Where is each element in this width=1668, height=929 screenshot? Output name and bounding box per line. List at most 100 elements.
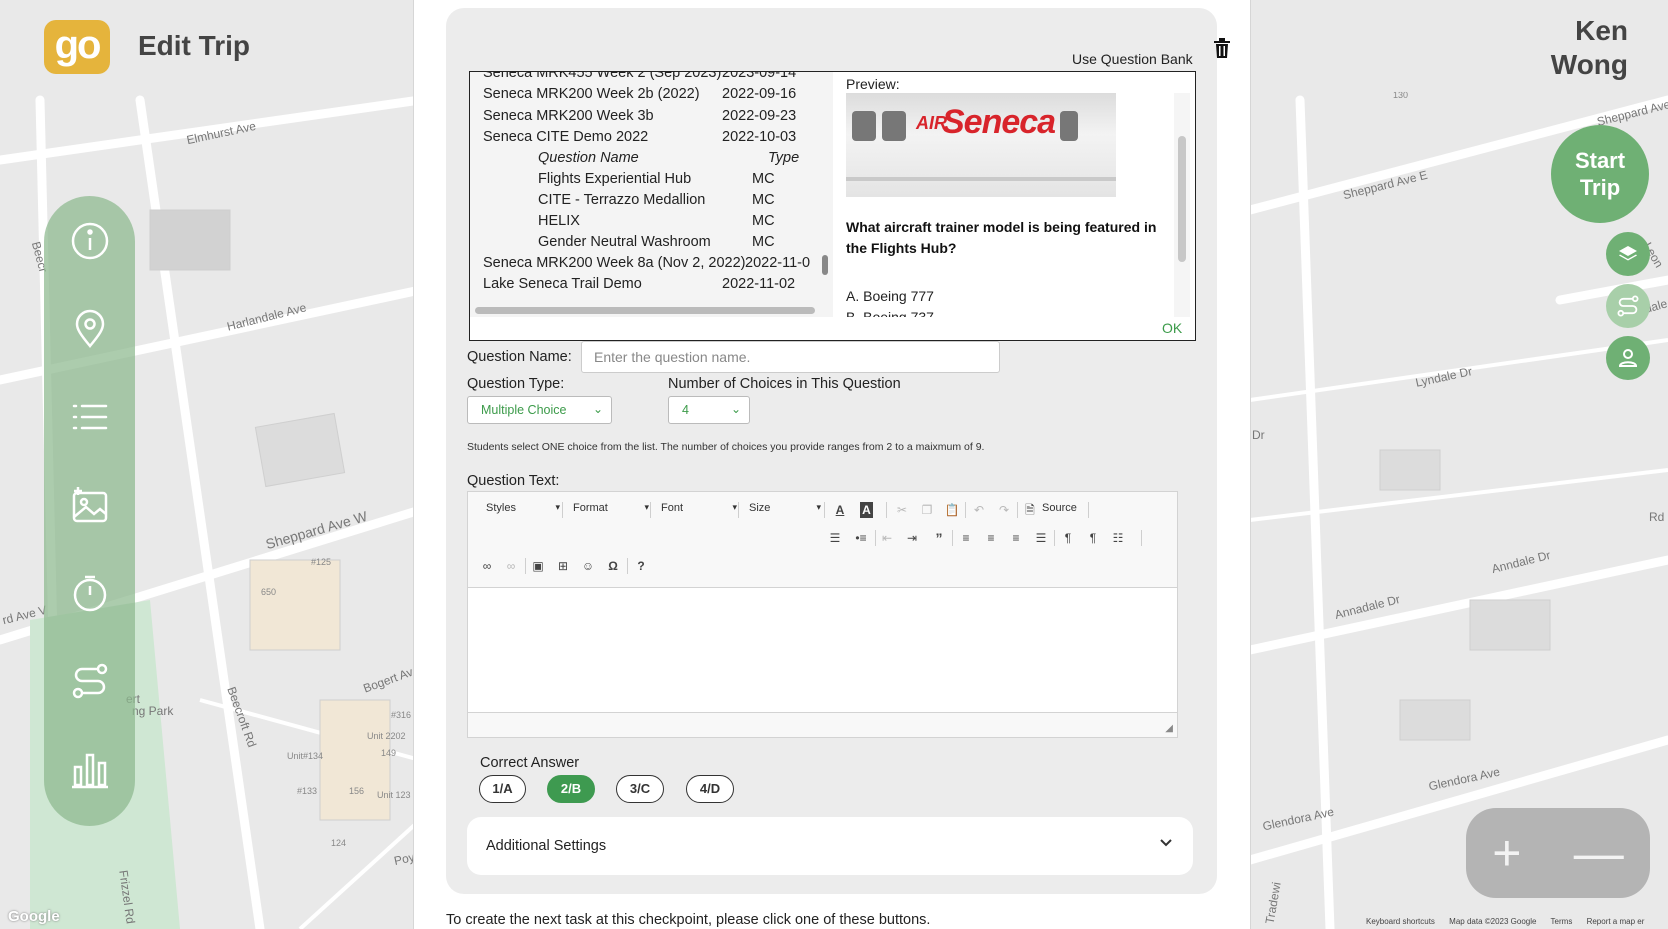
format-dropdown[interactable]: Format ▾	[573, 502, 649, 518]
chevron-down-icon	[1159, 835, 1173, 854]
route-icon[interactable]	[68, 659, 112, 703]
numbered-list-icon[interactable]: ☰	[826, 530, 844, 546]
cut-icon[interactable]: ✂	[893, 502, 911, 518]
size-dropdown[interactable]: Size ▾	[749, 502, 821, 518]
preview-scrollbar[interactable]	[1178, 136, 1186, 262]
map-address: Unit 123	[377, 790, 411, 800]
street-label: Dr	[1252, 428, 1265, 442]
trip-row[interactable]: Seneca MRK455 Week 2 (Sep 2023) 2023-09-1…	[483, 72, 818, 87]
question-row[interactable]: Flights Experiential Hub MC	[538, 171, 808, 193]
location-pin-icon[interactable]	[68, 307, 112, 351]
answer-option-2b[interactable]: 2/B	[547, 775, 595, 803]
terms-link[interactable]: Terms	[1551, 917, 1573, 926]
indent-icon[interactable]: ⇥	[903, 530, 921, 546]
undo-icon[interactable]: ↶	[970, 502, 988, 518]
insert-image-icon[interactable]: ▣	[529, 558, 547, 574]
question-type-value: Multiple Choice	[481, 403, 567, 417]
google-logo: Google	[8, 908, 60, 925]
trip-row[interactable]: Seneca MRK200 Week 8a (Nov 2, 2022) 2022-…	[483, 255, 818, 277]
question-bank-box: Seneca MRK455 Week 2 (Sep 2023) 2023-09-1…	[469, 71, 1196, 341]
paste-icon[interactable]: 📋	[943, 502, 961, 518]
user-name[interactable]: Ken Wong	[1518, 14, 1628, 82]
background-color-icon[interactable]: A	[860, 502, 873, 518]
preview-image-brand: Seneca	[942, 103, 1056, 141]
layers-button[interactable]	[1606, 232, 1650, 276]
font-dropdown[interactable]: Font ▾	[661, 502, 737, 518]
trip-list-horizontal-scrollbar[interactable]	[475, 307, 815, 314]
keyboard-shortcuts-link[interactable]: Keyboard shortcuts	[1366, 917, 1435, 926]
route-map-button[interactable]	[1606, 284, 1650, 328]
align-left-icon[interactable]: ≡	[957, 530, 975, 546]
question-type-select[interactable]: Multiple Choice ⌄	[467, 396, 612, 424]
resize-handle-icon[interactable]: ◢	[1165, 723, 1173, 734]
go-logo[interactable]: go	[44, 20, 110, 74]
text-color-icon[interactable]: A	[831, 502, 849, 518]
trash-icon[interactable]	[1211, 37, 1233, 59]
redo-icon[interactable]: ↷	[995, 502, 1013, 518]
street-label: Rd	[1649, 510, 1665, 524]
preview-option: A. Boeing 777	[846, 288, 934, 304]
question-row[interactable]: HELIX MC	[538, 213, 808, 235]
choices-count-select[interactable]: 4 ⌄	[668, 396, 750, 424]
trip-row[interactable]: Seneca MRK200 Week 2b (2022) 2022-09-16	[483, 86, 818, 108]
trip-list-vertical-scrollbar[interactable]	[822, 255, 828, 275]
special-character-icon[interactable]: Ω	[604, 558, 622, 574]
list-icon[interactable]	[68, 395, 112, 439]
choices-count-label: Number of Choices in This Question	[668, 376, 901, 392]
help-icon[interactable]: ?	[632, 558, 650, 574]
map-footer: Keyboard shortcuts Map data ©2023 Google…	[1366, 917, 1656, 926]
preview-option: B. Boeing 737	[846, 309, 934, 317]
bulleted-list-icon[interactable]: •≡	[852, 530, 870, 546]
ok-button[interactable]: OK	[1162, 320, 1182, 336]
start-trip-label: Start Trip	[1574, 148, 1626, 200]
info-icon[interactable]	[68, 219, 112, 263]
chevron-down-icon: ⌄	[730, 402, 741, 416]
question-row[interactable]: CITE - Terrazzo Medallion MC	[538, 192, 808, 214]
timer-icon[interactable]	[68, 571, 112, 615]
zoom-control: + —	[1466, 808, 1650, 898]
next-task-note: To create the next task at this checkpoi…	[446, 912, 931, 928]
zoom-out-button[interactable]: —	[1574, 824, 1624, 882]
trip-list[interactable]: Seneca MRK455 Week 2 (Sep 2023) 2023-09-1…	[470, 72, 833, 317]
question-preview: AIR Seneca What aircraft trainer model i…	[846, 93, 1166, 317]
insert-table-icon[interactable]: ⊞	[554, 558, 572, 574]
trip-row-expanded[interactable]: Seneca CITE Demo 2022 2022-10-03	[483, 129, 818, 151]
chart-icon[interactable]	[68, 747, 112, 791]
text-direction-ltr-icon[interactable]: ¶	[1059, 530, 1077, 546]
question-type-hint: Students select ONE choice from the list…	[467, 441, 985, 453]
emoji-icon[interactable]: ☺	[579, 558, 597, 574]
trip-row[interactable]: Seneca MRK200 Week 3b 2022-09-23	[483, 108, 818, 130]
answer-option-4d[interactable]: 4/D	[686, 775, 734, 803]
unlink-icon[interactable]: ∞	[502, 558, 520, 574]
start-trip-button[interactable]: Start Trip	[1551, 125, 1649, 223]
rich-text-editor: Styles ▾ Format ▾ Font ▾ Size ▾ A A ✂ ❐ 📋 ↶ …	[467, 491, 1178, 738]
zoom-in-button[interactable]: +	[1492, 824, 1521, 882]
align-justify-icon[interactable]: ☰	[1032, 530, 1050, 546]
blockquote-icon[interactable]: ”	[930, 530, 948, 546]
report-map-error-link[interactable]: Report a map er	[1587, 917, 1645, 926]
question-row[interactable]: Gender Neutral Washroom MC	[538, 234, 808, 256]
layers-icon	[1619, 246, 1637, 261]
answer-option-1a[interactable]: 1/A	[479, 775, 526, 803]
outdent-icon[interactable]: ⇤	[878, 530, 896, 546]
answer-option-3c[interactable]: 3/C	[616, 775, 664, 803]
language-icon[interactable]: ☷	[1109, 530, 1127, 546]
question-text-area[interactable]	[468, 587, 1177, 713]
question-type-label: Question Type:	[467, 376, 565, 392]
align-right-icon[interactable]: ≡	[1007, 530, 1025, 546]
image-add-icon[interactable]	[68, 483, 112, 527]
copy-icon[interactable]: ❐	[918, 502, 936, 518]
trip-row[interactable]: Lake Seneca Trail Demo 2022-11-02	[483, 276, 818, 298]
my-location-button[interactable]	[1606, 336, 1650, 380]
use-question-bank-link[interactable]: Use Question Bank	[1072, 51, 1193, 67]
map-address: 650	[261, 587, 277, 597]
map-address: Unit 2202	[367, 731, 406, 741]
align-center-icon[interactable]: ≡	[982, 530, 1000, 546]
text-direction-rtl-icon[interactable]: ¶	[1084, 530, 1102, 546]
additional-settings-accordion[interactable]: Additional Settings	[467, 817, 1193, 875]
source-icon[interactable]: 🗎	[1021, 502, 1039, 518]
source-button[interactable]: Source	[1042, 502, 1082, 518]
question-name-input[interactable]	[581, 341, 1000, 373]
link-icon[interactable]: ∞	[478, 558, 496, 574]
styles-dropdown[interactable]: Styles ▾	[486, 502, 560, 518]
